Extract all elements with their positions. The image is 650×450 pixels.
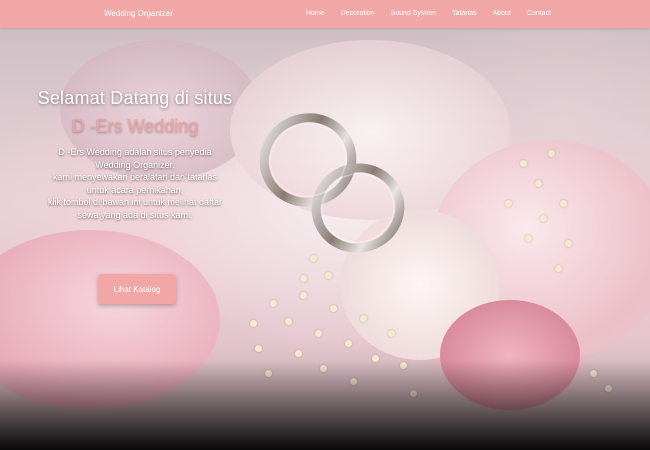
nav-about[interactable]: About bbox=[493, 0, 511, 28]
nav-menu: Home Decoration Sound System Tatarias Ab… bbox=[306, 0, 551, 28]
description-line: klik tombol di bawah ini untuk melihat d… bbox=[47, 197, 223, 207]
hero-title: Selamat Datang di situs bbox=[37, 88, 233, 108]
view-catalog-button[interactable]: Lihat Katalog bbox=[98, 274, 176, 304]
nav-home[interactable]: Home bbox=[306, 0, 325, 28]
nav-tatarias[interactable]: Tatarias bbox=[452, 0, 477, 28]
description-line: sewa yang ada di situs kami. bbox=[77, 209, 193, 220]
nav-contact[interactable]: Contact bbox=[527, 0, 551, 28]
nav-decoration[interactable]: Decoration bbox=[341, 0, 375, 28]
brand-link[interactable]: Wedding Organizer bbox=[104, 0, 173, 28]
hero-background bbox=[0, 0, 650, 450]
description-line: kami menyewakan peralatan dan tatarias bbox=[52, 172, 218, 182]
description-line: D -Ers Wedding adalah situs penyedia bbox=[58, 147, 212, 157]
hero-description: D -Ers Wedding adalah situs penyedia Wed… bbox=[30, 146, 240, 221]
hero-brand-name: D -Ers Wedding bbox=[71, 116, 199, 136]
hero-content: Selamat Datang di situs D -Ers Wedding D… bbox=[30, 86, 240, 221]
navbar: Wedding Organizer Home Decoration Sound … bbox=[0, 0, 650, 28]
description-line: Wedding Organizer. bbox=[95, 159, 175, 170]
nav-sound-system[interactable]: Sound System bbox=[391, 0, 437, 28]
description-line: untuk acara pernikahan, bbox=[86, 184, 184, 195]
